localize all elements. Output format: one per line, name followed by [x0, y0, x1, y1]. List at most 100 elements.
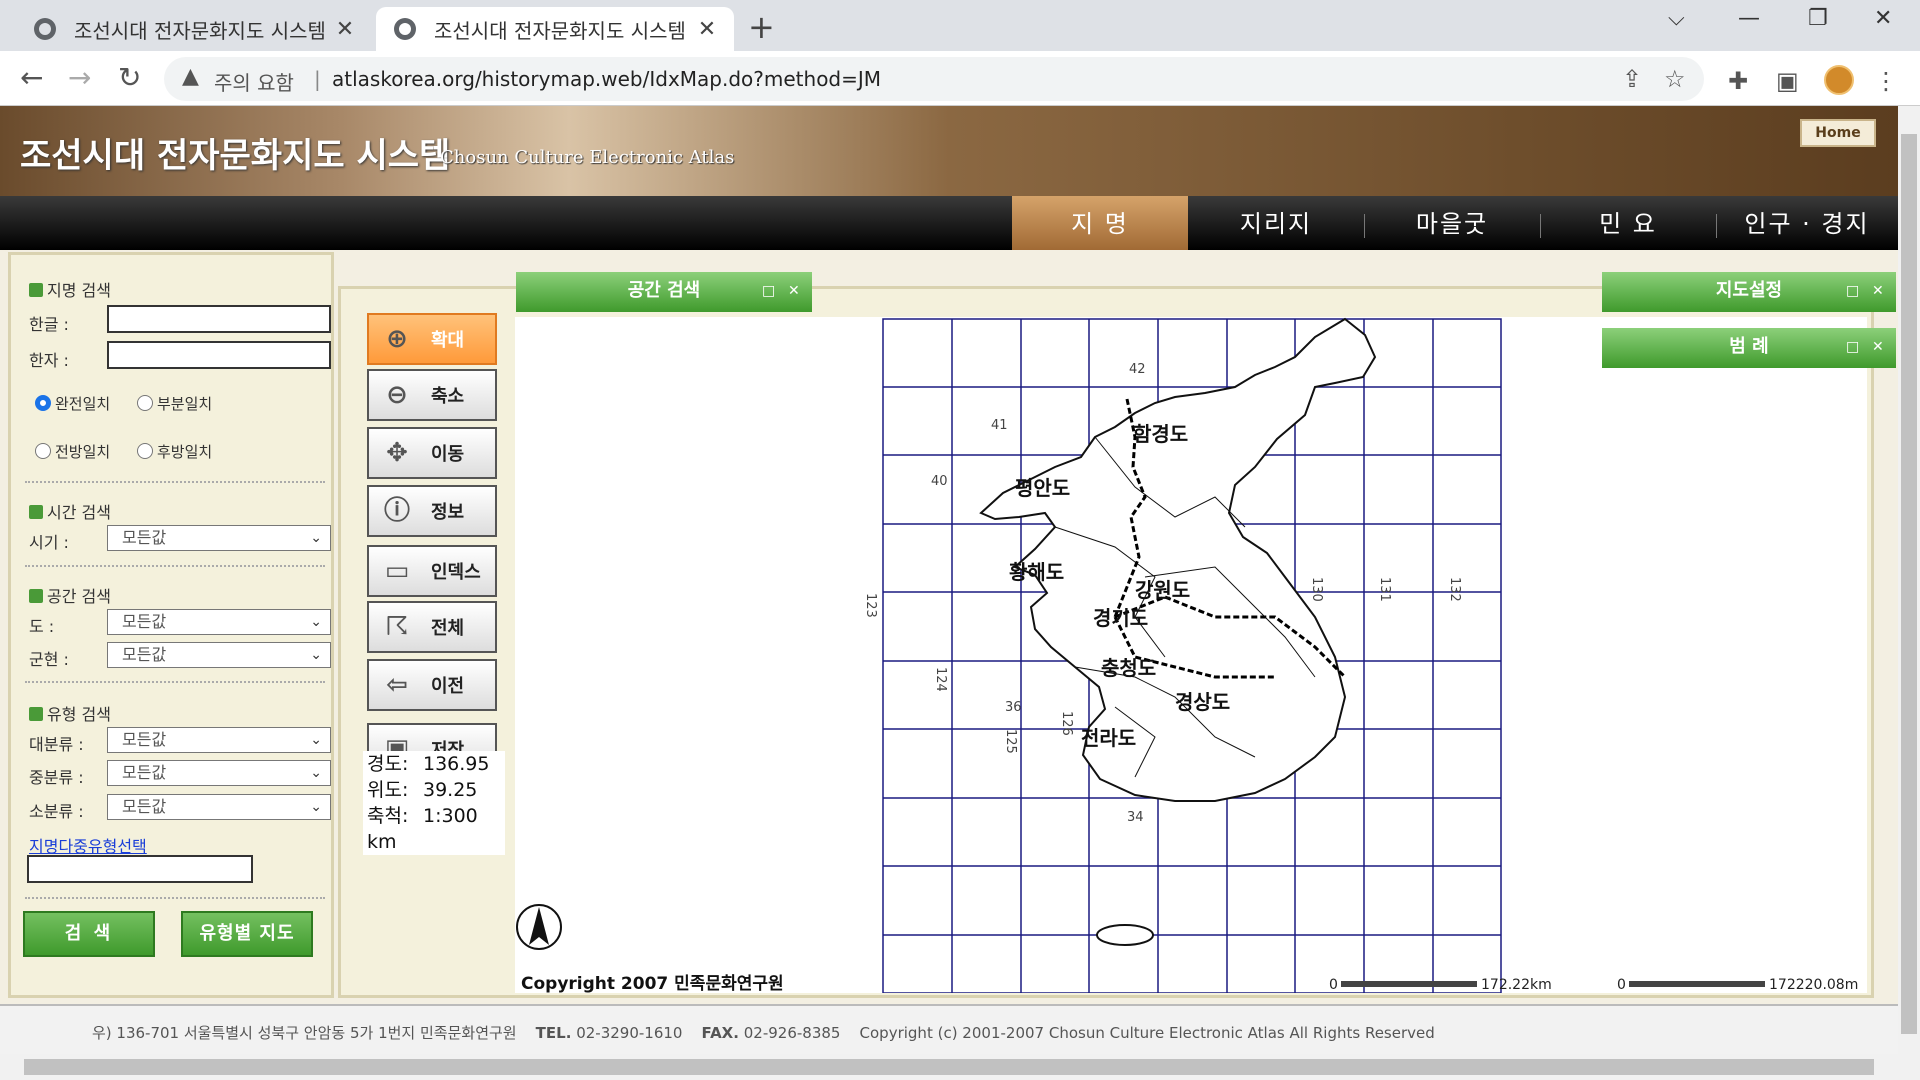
multi-type-input[interactable]: [27, 855, 253, 883]
scale-bar-2: 0 172220.08m: [1617, 977, 1858, 993]
divider: [25, 897, 325, 899]
province-label: 충청도: [1101, 656, 1156, 680]
period-select[interactable]: 모든값 ⌄: [107, 525, 331, 551]
province-label: 전라도: [1081, 726, 1136, 750]
zoom-in-icon: ⊕: [386, 324, 408, 354]
chevron-down-icon: ⌄: [310, 614, 322, 630]
close-icon[interactable]: ✕: [1872, 272, 1884, 310]
menu-place-names[interactable]: 지 명: [1012, 196, 1188, 250]
index-button[interactable]: ▭ 인덱스: [367, 545, 497, 597]
maximize-icon[interactable]: □: [1846, 272, 1859, 310]
type-map-button[interactable]: 유형별 지도: [181, 911, 313, 957]
legend-panel-title[interactable]: 범 례 □ ✕: [1602, 328, 1896, 368]
scale-label: 축척:: [367, 805, 409, 827]
share-icon[interactable]: ⇪: [1622, 65, 1642, 93]
omnibox[interactable]: ▲ 주의 요함 | atlaskorea.org/historymap.web/…: [164, 57, 1704, 101]
site-footer: 우) 136-701 서울특별시 성북구 안암동 5가 1번지 민족문화연구원 …: [0, 1004, 1898, 1054]
close-icon[interactable]: ✕: [788, 272, 800, 310]
site-subtitle: Chosun Culture Electronic Atlas: [440, 147, 735, 168]
province-label: 강원도: [1135, 578, 1190, 602]
home-button[interactable]: Home: [1800, 119, 1876, 147]
tool-label: 전체: [431, 618, 465, 639]
menu-population[interactable]: 인구 · 경지: [1716, 196, 1898, 250]
reload-icon[interactable]: ↻: [118, 61, 141, 94]
forward-arrow-icon[interactable]: →: [68, 61, 91, 94]
chevron-down-icon: ⌄: [310, 765, 322, 781]
map-canvas[interactable]: 함경도 평안도 황해도 강원도 경기도 충청도 경상도 전라도 42 41 40…: [515, 317, 1867, 994]
bullet-icon: [29, 283, 43, 297]
select-value: 모든값: [122, 645, 167, 664]
maximize-icon[interactable]: □: [1846, 328, 1859, 366]
site-banner: 조선시대 전자문화지도 시스템 Chosun Culture Electroni…: [0, 106, 1898, 196]
latitude-value: 39.25: [423, 779, 478, 801]
close-icon[interactable]: ✕: [1872, 328, 1884, 366]
close-window-icon[interactable]: ✕: [1874, 6, 1892, 31]
tool-label: 이동: [431, 444, 465, 465]
zoom-in-button[interactable]: ⊕ 확대: [367, 313, 497, 365]
radio-icon: [137, 443, 153, 459]
security-warning[interactable]: 주의 요함: [214, 67, 294, 96]
menu-geography[interactable]: 지리지: [1188, 196, 1364, 250]
radio-suffix-match[interactable]: 후방일치: [137, 441, 212, 462]
globe-icon: [394, 18, 416, 40]
hangul-input[interactable]: [107, 305, 331, 333]
maximize-icon[interactable]: □: [762, 272, 775, 310]
horizontal-scrollbar[interactable]: [0, 1054, 1920, 1080]
restore-icon[interactable]: ❐: [1808, 6, 1828, 31]
jeju-island: [1096, 924, 1154, 946]
info-button[interactable]: ⓘ 정보: [367, 485, 497, 537]
radio-partial-match[interactable]: 부분일치: [137, 393, 212, 414]
space-search-panel-title[interactable]: 공간 검색 □ ✕: [516, 272, 812, 312]
zoom-out-button[interactable]: ⊖ 축소: [367, 369, 497, 421]
address-bar: ← → ↻ ▲ 주의 요함 | atlaskorea.org/historyma…: [0, 51, 1920, 106]
close-icon[interactable]: ✕: [332, 17, 358, 42]
radio-prefix-match[interactable]: 전방일치: [35, 441, 110, 462]
info-icon: ⓘ: [383, 496, 410, 526]
hanja-input[interactable]: [107, 341, 331, 369]
star-icon[interactable]: ☆: [1664, 65, 1686, 93]
latitude-tick: 36: [1005, 700, 1022, 715]
map-copyright: Copyright 2007 민족문화연구원: [521, 974, 784, 993]
search-button[interactable]: 검 색: [23, 911, 155, 957]
browser-tab-2[interactable]: 조선시대 전자문화지도 시스템 ✕: [376, 7, 734, 51]
avatar[interactable]: [1824, 65, 1854, 95]
search-panel: 지명 검색 한글 : 한자 : 완전일치 부분일치 전방일치 후방일치 시간 검…: [8, 252, 334, 998]
url-text[interactable]: atlaskorea.org/historymap.web/IdxMap.do?…: [332, 67, 881, 91]
scale-bar-label: 172220.08m: [1769, 977, 1858, 993]
menu-folk-songs[interactable]: 민 요: [1540, 196, 1716, 250]
extensions-icon[interactable]: ✚: [1728, 67, 1748, 95]
panel-title-text: 범 례: [1729, 336, 1769, 357]
province-label: 함경도: [1133, 422, 1188, 446]
major-category-select[interactable]: 모든값 ⌄: [107, 727, 331, 753]
menu-village-rites[interactable]: 마을굿: [1364, 196, 1540, 250]
side-panel-icon[interactable]: ▣: [1776, 67, 1799, 95]
period-label: 시기 :: [29, 533, 69, 552]
minimize-icon[interactable]: —: [1738, 6, 1760, 31]
korea-map[interactable]: 함경도 평안도 황해도 강원도 경기도 충청도 경상도 전라도 42 41 40…: [515, 317, 1867, 994]
latitude-tick: 40: [931, 474, 948, 489]
vertical-scrollbar[interactable]: [1898, 106, 1920, 1054]
pan-button[interactable]: ✥ 이동: [367, 427, 497, 479]
scale-bar-label: 172.22km: [1481, 977, 1552, 993]
browser-tab-1[interactable]: 조선시대 전자문화지도 시스템 ✕: [16, 7, 372, 51]
full-extent-button[interactable]: ☈ 전체: [367, 601, 497, 653]
map-settings-panel-title[interactable]: 지도설정 □ ✕: [1602, 272, 1896, 312]
multi-type-link[interactable]: 지명다중유형선택: [29, 833, 147, 857]
radio-exact-match[interactable]: 완전일치: [35, 393, 110, 414]
chevron-down-icon[interactable]: ⌵: [1668, 6, 1685, 31]
previous-button[interactable]: ⇦ 이전: [367, 659, 497, 711]
back-arrow-icon[interactable]: ←: [20, 61, 43, 94]
county-label: 군현 :: [29, 650, 69, 669]
coordinate-readout: 경도: 136.95 위도: 39.25 축척: 1:300 km: [363, 751, 505, 855]
province-select[interactable]: 모든값 ⌄: [107, 609, 331, 635]
middle-category-select[interactable]: 모든값 ⌄: [107, 760, 331, 786]
scrollbar-thumb[interactable]: [1901, 134, 1917, 1034]
county-select[interactable]: 모든값 ⌄: [107, 642, 331, 668]
scrollbar-thumb[interactable]: [24, 1059, 1874, 1075]
plus-icon[interactable]: +: [748, 8, 775, 46]
warning-icon[interactable]: ▲: [182, 64, 199, 89]
kebab-menu-icon[interactable]: ⋮: [1874, 67, 1898, 95]
minor-category-select[interactable]: 모든값 ⌄: [107, 794, 331, 820]
close-icon[interactable]: ✕: [694, 17, 720, 42]
minor-category-label: 소분류 :: [29, 802, 84, 821]
